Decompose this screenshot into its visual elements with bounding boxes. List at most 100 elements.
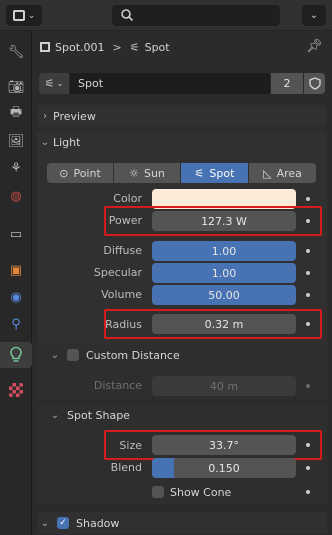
- volume-field[interactable]: 50.00: [152, 285, 296, 305]
- animate-property-dot[interactable]: [306, 490, 310, 494]
- show-cone-checkbox[interactable]: [152, 486, 164, 498]
- animate-property-dot[interactable]: [306, 249, 310, 253]
- breadcrumb-data: Spot: [144, 40, 170, 54]
- custom-distance-title: Custom Distance: [86, 348, 180, 362]
- blend-label: Blend: [110, 461, 142, 474]
- animate-property-dot[interactable]: [306, 197, 310, 201]
- radius-value: 0.32 m: [204, 317, 244, 331]
- radius-field[interactable]: 0.32 m: [152, 314, 296, 334]
- animate-property-dot[interactable]: [306, 322, 310, 326]
- blend-slider-fill: [152, 458, 174, 478]
- light-type-point[interactable]: ⊙ Point: [47, 163, 113, 183]
- chevron-down-icon: ⌄: [40, 517, 50, 529]
- diffuse-field[interactable]: 1.00: [152, 241, 296, 261]
- light-type-sun-label: Sun: [143, 166, 165, 180]
- chevron-down-icon: ⌄: [27, 10, 36, 21]
- fake-user-button[interactable]: [304, 73, 325, 94]
- size-label: Size: [119, 439, 142, 452]
- scene-tab-icon[interactable]: ⚘: [6, 158, 26, 178]
- shadow-panel-header[interactable]: ⌄ ✓ Shadow: [37, 512, 327, 534]
- texture-tab-icon[interactable]: [6, 380, 26, 400]
- light-type-sun[interactable]: ☼ Sun: [114, 163, 180, 183]
- light-type-spot-label: Spot: [209, 166, 235, 180]
- collection-tab-icon[interactable]: ▭: [6, 224, 26, 244]
- datablock-users-count[interactable]: 2: [271, 73, 303, 94]
- light-type-selector: ⊙ Point ☼ Sun ⚟ Spot ◺ Area: [47, 163, 316, 183]
- animate-property-dot[interactable]: [306, 271, 310, 275]
- properties-main-area: Spot.001 > ⚟ Spot 📌︎ ⚟ ⌄ Spot 2 › Previe…: [32, 31, 332, 535]
- radius-label: Radius: [105, 318, 142, 331]
- spot-light-icon: ⚟: [129, 40, 140, 54]
- animate-property-dot[interactable]: [306, 293, 310, 297]
- render-tab-icon[interactable]: 📷︎: [6, 77, 26, 97]
- distance-label: Distance: [93, 379, 142, 392]
- spot-light-icon: ⚟: [44, 77, 55, 90]
- specular-value: 1.00: [211, 266, 237, 280]
- pin-icon[interactable]: 📌︎: [306, 39, 323, 54]
- area-light-icon: ◺: [263, 166, 272, 180]
- output-tab-icon[interactable]: 🖶: [6, 104, 26, 124]
- size-value: 33.7°: [209, 438, 239, 452]
- size-field[interactable]: 33.7°: [152, 435, 296, 455]
- light-type-point-label: Point: [73, 166, 101, 180]
- color-label: Color: [113, 192, 142, 205]
- animate-property-dot[interactable]: [306, 384, 310, 388]
- blend-slider[interactable]: 0.150: [152, 458, 296, 478]
- preview-panel-title: Preview: [53, 109, 96, 123]
- properties-editor-icon: [12, 10, 25, 21]
- options-dropdown-button[interactable]: ⌄: [302, 5, 326, 26]
- show-cone-label: Show Cone: [170, 485, 232, 499]
- chevron-down-icon: ⌄: [309, 10, 319, 21]
- animate-property-dot[interactable]: [306, 443, 310, 447]
- breadcrumb: Spot.001 > ⚟ Spot: [40, 38, 170, 56]
- spot-shape-header[interactable]: ⌄ Spot Shape: [37, 404, 327, 426]
- object-tab-icon[interactable]: ▣: [6, 260, 26, 280]
- users-count-label: 2: [283, 77, 291, 90]
- power-field[interactable]: 127.3 W: [152, 211, 296, 231]
- properties-header: ⌄ ⌄: [0, 0, 332, 31]
- datablock-browse-button[interactable]: ⚟ ⌄: [39, 73, 69, 94]
- volume-label: Volume: [101, 288, 142, 301]
- light-type-area[interactable]: ◺ Area: [249, 163, 316, 183]
- tool-tab-icon[interactable]: 🔧︎: [6, 42, 26, 62]
- power-value: 127.3 W: [201, 214, 247, 228]
- view-layer-tab-icon[interactable]: 🖼︎: [6, 131, 26, 151]
- diffuse-value: 1.00: [211, 244, 237, 258]
- physics-tab-icon[interactable]: ◉: [6, 287, 26, 307]
- custom-distance-header[interactable]: ⌄ Custom Distance: [37, 344, 327, 366]
- datablock-name-field[interactable]: Spot: [70, 73, 270, 94]
- preview-panel-header[interactable]: › Preview: [37, 105, 327, 127]
- distance-value: 40 m: [209, 379, 239, 393]
- world-tab-icon[interactable]: ◍: [6, 186, 26, 206]
- shadow-panel-title: Shadow: [76, 516, 120, 530]
- object-icon: [40, 42, 50, 52]
- show-cone-toggle[interactable]: Show Cone: [152, 483, 231, 501]
- light-panel-header[interactable]: ⌄ Light: [37, 131, 327, 153]
- properties-tab-sidebar: 🔧︎ 📷︎ 🖶 🖼︎ ⚘ ◍ ▭ ▣ ◉ ⚲: [0, 31, 32, 535]
- specular-field[interactable]: 1.00: [152, 263, 296, 283]
- editor-type-menu[interactable]: ⌄: [6, 5, 42, 26]
- custom-distance-checkbox[interactable]: [67, 349, 79, 361]
- specular-label: Specular: [93, 266, 142, 279]
- light-data-tab-selected[interactable]: [0, 342, 32, 368]
- constraints-tab-icon[interactable]: ⚲: [6, 314, 26, 334]
- animate-property-dot[interactable]: [306, 219, 310, 223]
- light-panel-title: Light: [53, 135, 81, 149]
- sun-icon: ☼: [129, 166, 139, 180]
- lightbulb-icon: [10, 346, 22, 362]
- light-type-spot[interactable]: ⚟ Spot: [181, 163, 248, 183]
- shield-icon: [308, 77, 321, 90]
- animate-property-dot[interactable]: [306, 466, 310, 470]
- spot-shape-title: Spot Shape: [67, 408, 130, 422]
- light-type-area-label: Area: [276, 166, 302, 180]
- chevron-down-icon: ⌄: [50, 409, 60, 421]
- shadow-checkbox[interactable]: ✓: [57, 517, 69, 529]
- search-input[interactable]: [112, 5, 280, 26]
- chevron-down-icon: ⌄: [50, 349, 60, 361]
- volume-value: 50.00: [208, 288, 240, 302]
- distance-field[interactable]: 40 m: [152, 376, 296, 396]
- diffuse-label: Diffuse: [103, 244, 142, 257]
- breadcrumb-object: Spot.001: [55, 40, 105, 54]
- search-icon: [121, 9, 134, 22]
- power-label: Power: [108, 214, 142, 227]
